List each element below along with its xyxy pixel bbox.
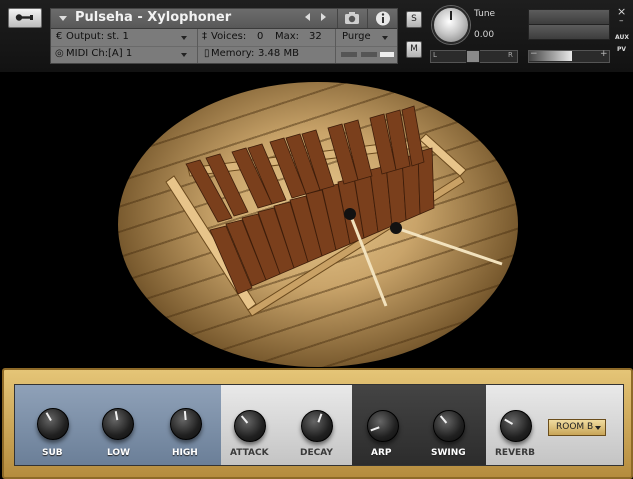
swing-label: SWING [431,448,466,458]
high-label: HIGH [172,448,198,458]
midi-channel-select[interactable]: [A] 1 [108,48,132,59]
purge-indicator [380,52,394,57]
decay-knob[interactable] [301,410,333,442]
attack-label: ATTACK [230,448,269,458]
output-label: Output: [66,31,105,42]
decay-label: DECAY [300,448,333,458]
volume-plus-label: + [600,49,608,59]
chevron-down-icon [595,426,601,430]
aux-button[interactable]: AUX [615,34,629,41]
minimize-button[interactable]: – [619,16,624,26]
low-knob[interactable] [102,408,134,440]
instrument-panel: Pulseha - Xylophoner € Output: st. 1 ‡ V… [50,8,398,64]
camera-button[interactable] [337,9,366,28]
purge-button[interactable]: Purge [342,31,371,42]
max-label: Max: [275,31,300,42]
swing-knob[interactable] [433,410,465,442]
level-meter-left [528,9,610,25]
voices-label: Voices: [211,31,247,42]
memory-icon: ▯ [204,48,210,59]
next-arrow-icon[interactable] [321,13,326,21]
sub-knob[interactable] [37,408,69,440]
instrument-artwork [0,72,633,369]
sub-label: SUB [42,448,63,458]
pan-handle[interactable] [466,50,480,63]
divider [197,29,198,63]
midi-row: ◎ MIDI Ch: [A] 1 ▯ Memory: 3.48 MB [51,46,397,63]
prev-arrow-icon[interactable] [305,13,310,21]
pan-right-label: R [508,51,513,59]
xylophone-illustration [165,105,503,317]
low-label: LOW [107,448,130,458]
output-icon: € [56,31,63,42]
arp-label: ARP [371,448,392,458]
midi-dropdown-icon[interactable] [181,53,187,57]
reverb-room-value: ROOM B [556,422,594,432]
pv-button[interactable]: PV [617,46,626,53]
solo-button[interactable]: S [406,11,422,28]
tune-value: 0.00 [474,30,495,40]
divider [335,29,336,63]
memory-value: 3.48 MB [258,48,299,59]
info-icon [376,11,390,26]
output-row: € Output: st. 1 ‡ Voices: 0 Max: 32 Purg… [51,29,397,47]
wrench-icon [15,14,33,21]
reverb-knob[interactable] [500,410,532,442]
wrench-button[interactable] [8,8,42,28]
instrument-title-bar: Pulseha - Xylophoner [51,9,397,29]
instrument-name[interactable]: Pulseha - Xylophoner [75,10,231,25]
info-button[interactable] [367,9,398,28]
purge-indicator [361,52,377,57]
volume-minus-label: − [530,49,538,59]
camera-icon [345,12,359,24]
mute-button[interactable]: M [406,41,422,58]
reverb-label: REVERB [495,448,535,458]
midi-icon: ◎ [55,48,64,59]
purge-indicator [341,52,357,57]
output-dropdown-icon[interactable] [181,36,187,40]
output-select[interactable]: st. 1 [107,31,129,42]
attack-knob[interactable] [234,410,266,442]
high-knob[interactable] [170,408,202,440]
kontakt-instrument-header: Pulseha - Xylophoner € Output: st. 1 ‡ V… [0,0,633,72]
memory-label: Memory: [211,48,255,59]
voices-value: 0 [257,31,264,42]
dropdown-triangle-icon[interactable] [59,16,67,21]
voices-icon: ‡ [202,31,207,42]
tune-label: Tune [474,9,496,19]
max-voices-field[interactable]: 32 [309,31,322,42]
reverb-room-dropdown[interactable]: ROOM B [548,419,606,436]
tune-knob[interactable] [432,6,470,44]
purge-dropdown-icon[interactable] [382,36,388,40]
pan-left-label: L [433,51,437,59]
arp-knob[interactable] [367,410,399,442]
midi-label: MIDI Ch: [66,48,109,59]
level-meter-right [528,24,610,40]
